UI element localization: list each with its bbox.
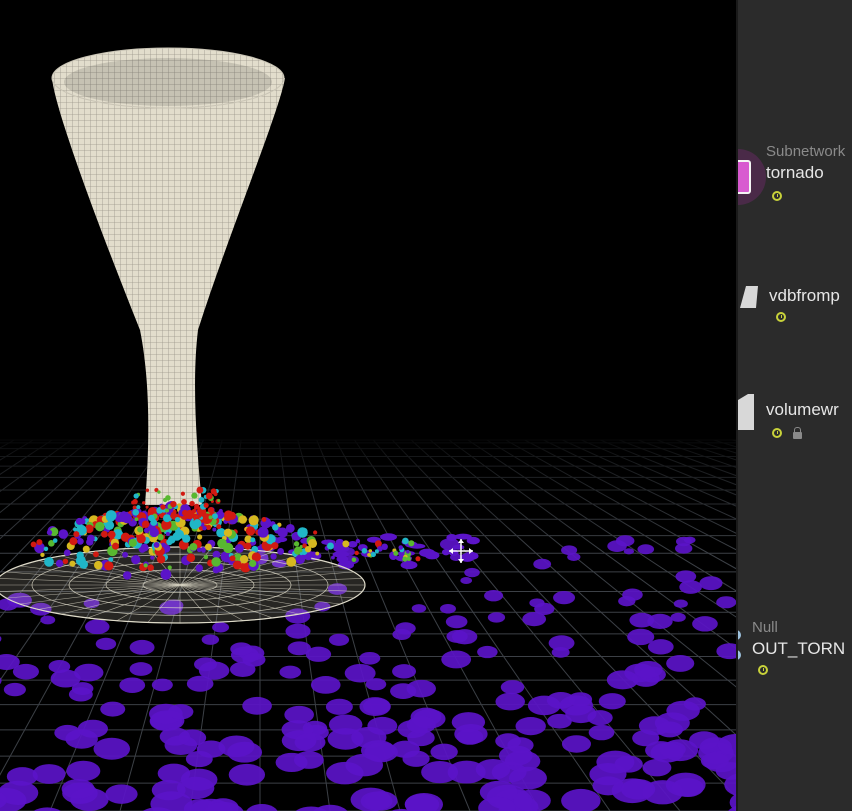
vdb-node-icon — [740, 286, 758, 308]
node-name-label: volumewr — [766, 400, 839, 419]
display-flag-icon[interactable] — [772, 428, 782, 438]
volume-node-icon — [738, 394, 754, 430]
null-node-icon — [738, 630, 741, 660]
node-name-label: OUT_TORN — [752, 639, 846, 658]
display-flag-icon[interactable] — [758, 665, 768, 675]
node-name-label: tornado — [766, 163, 824, 182]
node-type-label: Subnetwork — [766, 143, 846, 160]
funnel-opening — [64, 58, 272, 106]
lock-icon[interactable] — [793, 427, 802, 439]
node-type-label: Null — [752, 619, 778, 636]
network-editor[interactable]: Subnetwork tornado vdbfromp volumewr Nul… — [738, 0, 852, 811]
node-name-label: vdbfromp — [769, 286, 840, 305]
viewport-scene[interactable] — [0, 0, 736, 811]
3d-viewport[interactable] — [0, 0, 736, 811]
display-flag-icon[interactable] — [772, 191, 782, 201]
display-flag-icon[interactable] — [776, 312, 786, 322]
subnetwork-icon — [738, 149, 766, 205]
